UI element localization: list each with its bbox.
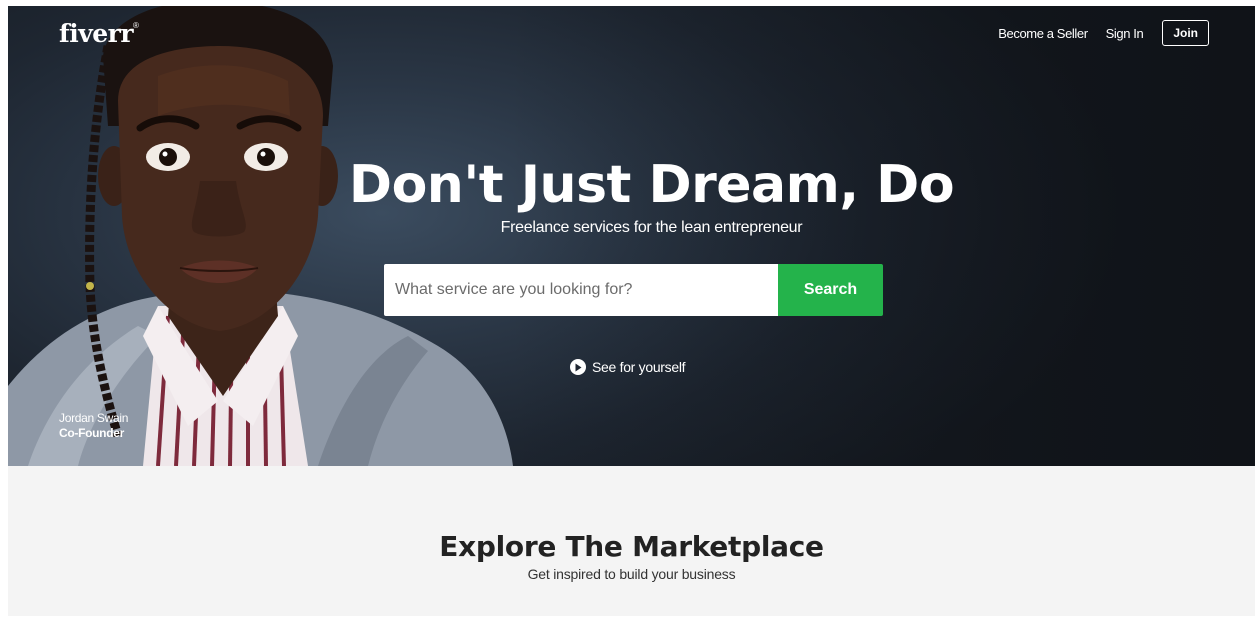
hero-subtitle: Freelance services for the lean entrepre… <box>500 219 803 236</box>
explore-subtitle: Get inspired to build your business <box>527 566 736 582</box>
search-button[interactable]: Search <box>778 264 883 316</box>
founder-role: Co-Founder <box>59 426 124 440</box>
hero-title: Don't Just Dream, Do <box>348 155 955 215</box>
search-input[interactable] <box>384 264 778 316</box>
trademark-mark: ® <box>133 21 139 30</box>
join-button[interactable]: Join <box>1162 20 1209 46</box>
founder-name: Jordan Swain <box>59 411 129 425</box>
play-icon <box>570 359 586 375</box>
become-seller-link[interactable]: Become a Seller <box>998 26 1088 41</box>
top-nav: Become a Seller Sign In Join <box>998 20 1209 46</box>
logo-text: fiverr <box>59 19 134 48</box>
page: fiverr® Become a Seller Sign In Join Don… <box>0 0 1255 617</box>
fiverr-logo[interactable]: fiverr® <box>59 19 139 48</box>
see-for-yourself-label: See for yourself <box>592 359 686 375</box>
see-for-yourself-link[interactable]: See for yourself <box>570 359 686 375</box>
founder-caption: Jordan Swain Co-Founder <box>59 411 128 441</box>
sign-in-link[interactable]: Sign In <box>1106 26 1144 41</box>
hero-headline: Don't Just Dream, Do Freelance services … <box>8 154 1255 237</box>
hero-banner: fiverr® Become a Seller Sign In Join Don… <box>8 6 1255 466</box>
explore-marketplace-section: Explore The Marketplace Get inspired to … <box>8 466 1255 616</box>
search-bar: Search <box>384 264 883 316</box>
explore-title: Explore The Marketplace <box>439 530 824 563</box>
